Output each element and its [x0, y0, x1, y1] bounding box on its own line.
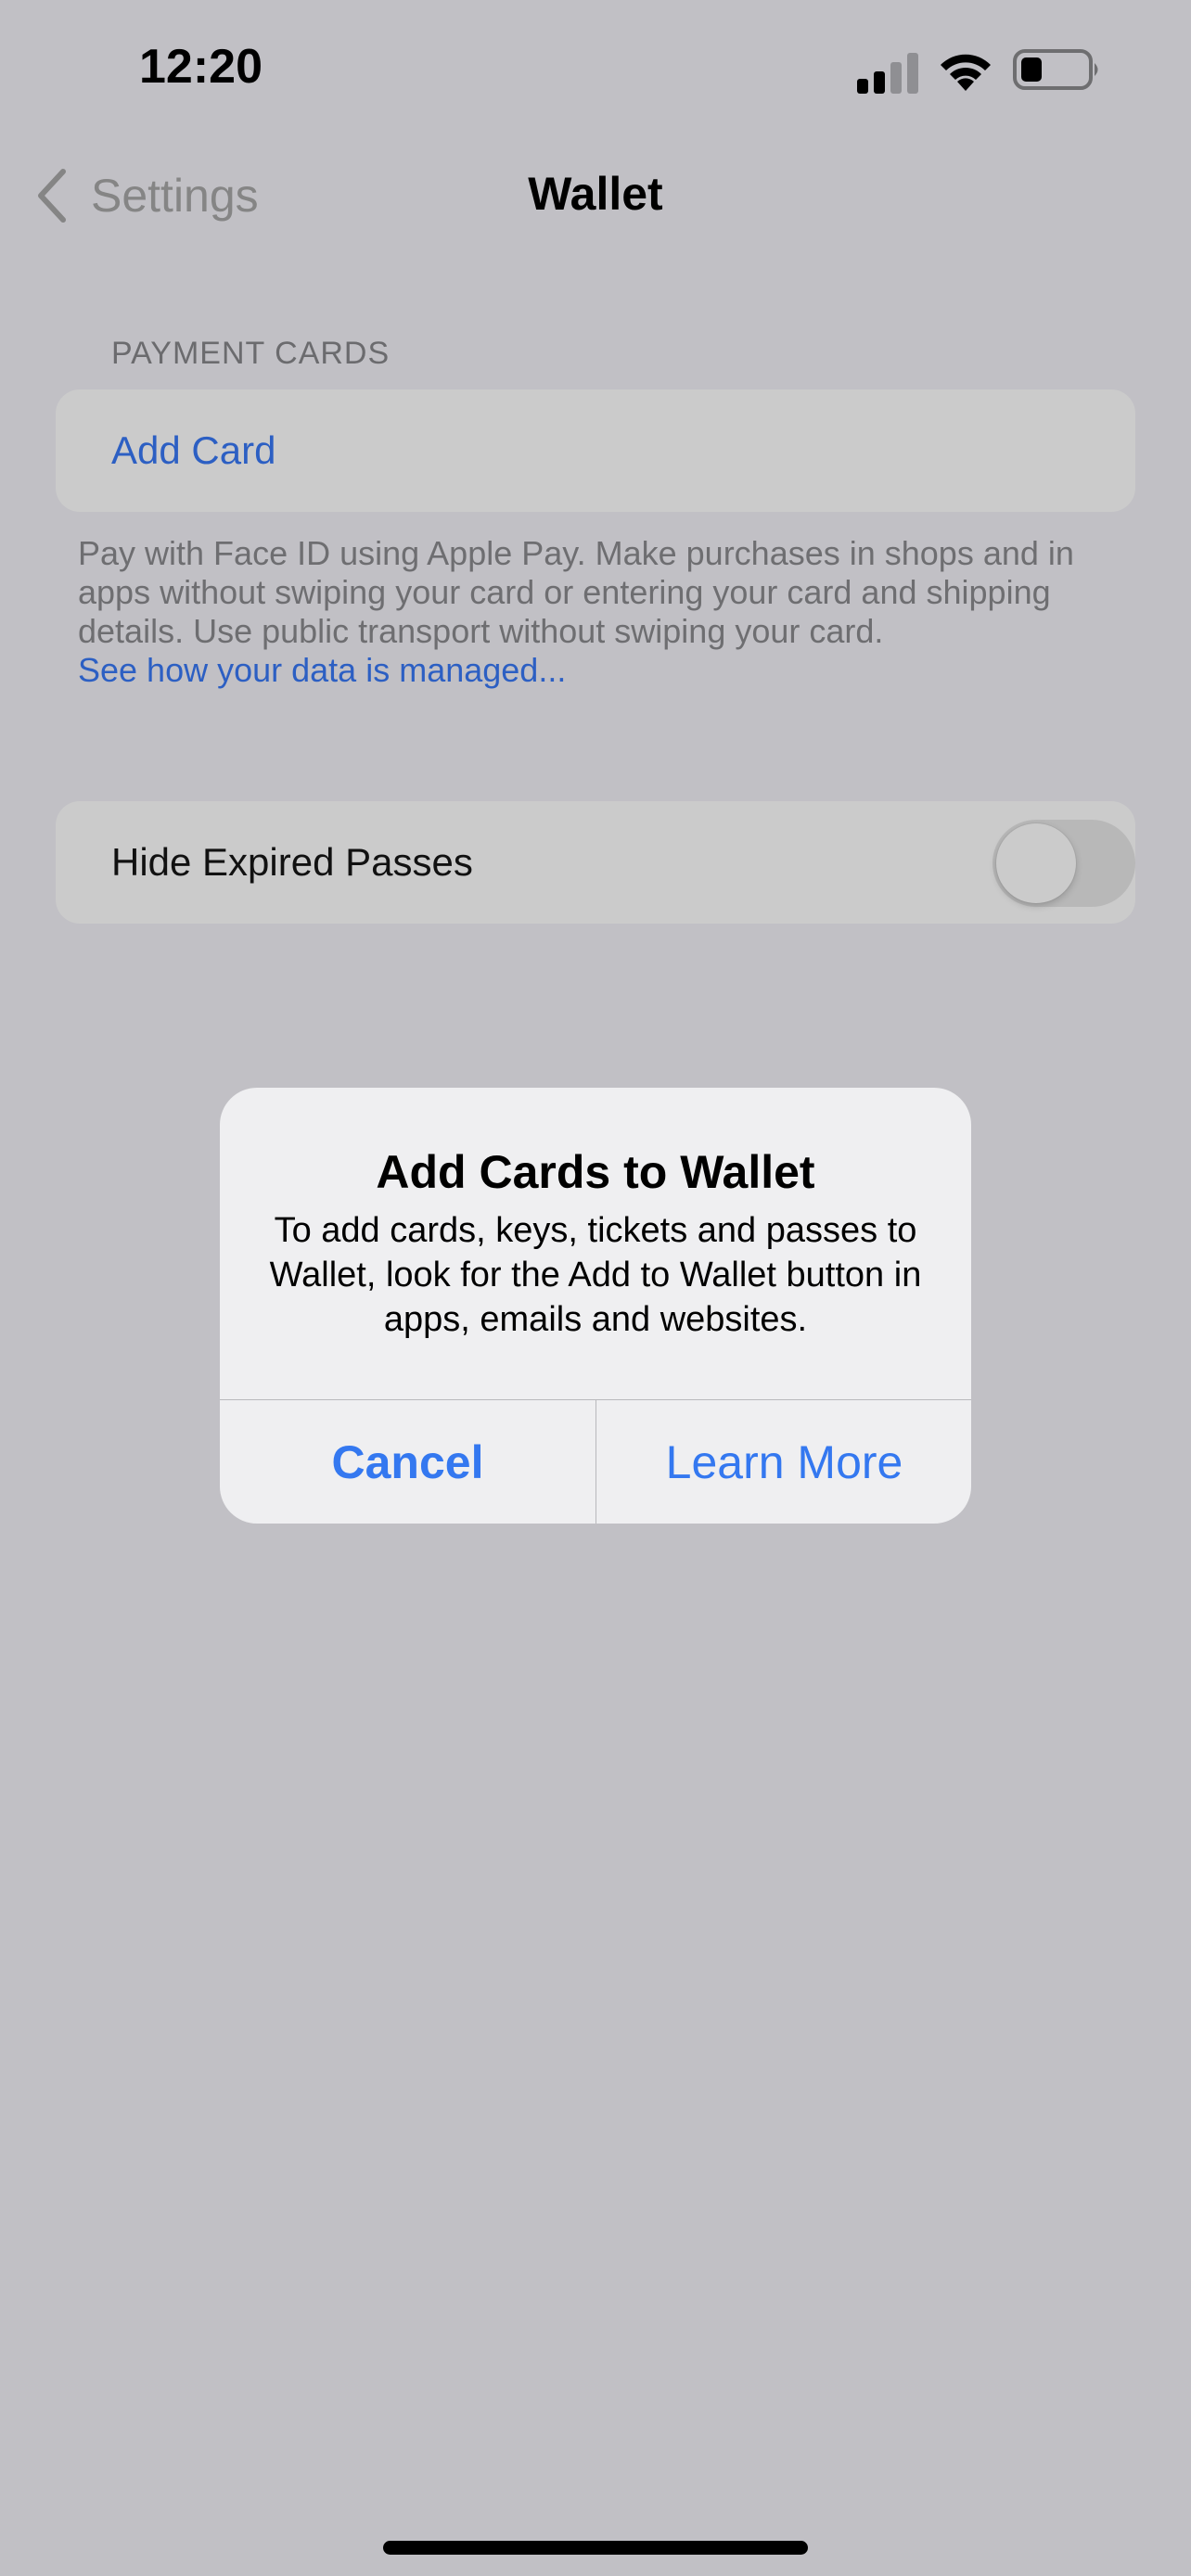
- hide-expired-passes-toggle[interactable]: [992, 820, 1135, 907]
- payment-cards-description: Pay with Face ID using Apple Pay. Make p…: [78, 534, 1074, 650]
- home-indicator[interactable]: [383, 2541, 808, 2555]
- status-time: 12:20: [139, 40, 263, 94]
- payment-cards-footer: Pay with Face ID using Apple Pay. Make p…: [78, 534, 1135, 690]
- wifi-icon: [941, 54, 991, 91]
- page-title: Wallet: [528, 168, 663, 220]
- navigation-bar: Settings Wallet: [0, 148, 1191, 241]
- section-header-payment-cards: PAYMENT CARDS: [111, 336, 391, 371]
- hide-expired-passes-label: Hide Expired Passes: [111, 840, 473, 884]
- passes-group: Hide Expired Passes: [56, 801, 1135, 924]
- battery-icon: [1013, 49, 1098, 90]
- toggle-knob: [996, 823, 1076, 903]
- status-bar: 12:20: [0, 0, 1191, 139]
- cancel-button[interactable]: Cancel: [220, 1400, 596, 1524]
- add-cards-alert: Add Cards to Wallet To add cards, keys, …: [220, 1088, 971, 1524]
- alert-message: To add cards, keys, tickets and passes t…: [269, 1211, 922, 1339]
- cellular-signal-icon: [857, 53, 918, 94]
- data-management-link[interactable]: See how your data is managed...: [78, 651, 566, 690]
- payment-cards-group: Add Card: [56, 389, 1135, 512]
- add-card-button[interactable]: Add Card: [111, 389, 275, 512]
- learn-more-button[interactable]: Learn More: [596, 1400, 971, 1524]
- alert-title: Add Cards to Wallet: [376, 1146, 815, 1198]
